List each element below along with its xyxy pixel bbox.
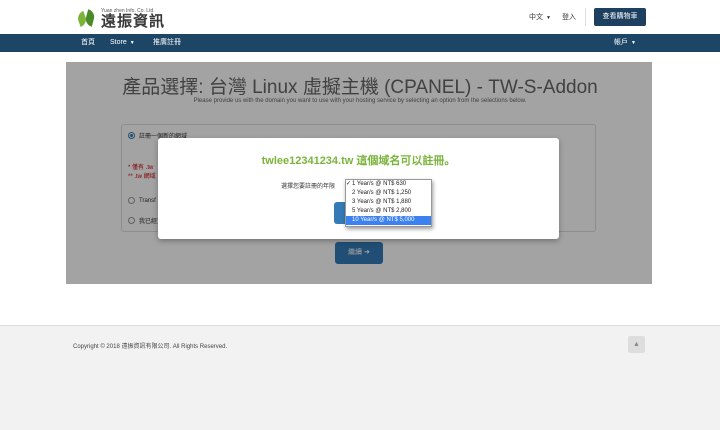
site-footer: Copyright © 2018 遠振資訊有限公司. All Rights Re… — [0, 325, 720, 430]
dropdown-option[interactable]: 5 Year/s @ NT$ 2,800 — [346, 207, 431, 216]
login-link[interactable]: 登入 — [562, 12, 576, 22]
registration-period-label: 選擇您要註冊的年限 — [281, 184, 336, 190]
registration-period-dropdown[interactable]: ✓ 1 Year/s @ NT$ 630 2 Year/s @ NT$ 1,250… — [345, 179, 432, 227]
nav-account-label: 帳戶 — [614, 39, 628, 46]
check-icon: ✓ — [346, 181, 352, 187]
dropdown-option[interactable]: 3 Year/s @ NT$ 1,880 — [346, 198, 431, 207]
view-cart-button[interactable]: 查看購物車 — [594, 8, 646, 26]
nav-item-affiliate[interactable]: 推廣註冊 — [153, 34, 181, 52]
back-to-top-button[interactable]: ▲ — [628, 336, 645, 353]
availability-message: twlee12341234.tw 這個域名可以註冊。 — [261, 155, 456, 167]
divider — [585, 8, 586, 26]
dropdown-option[interactable]: ✓ 1 Year/s @ NT$ 630 — [346, 180, 431, 189]
language-selector[interactable]: 中文 ▼ — [529, 12, 551, 22]
site-header: Yuan zhen Info. Co. Ltd. 遠振資訊 中文 ▼ 登入 查看購… — [0, 0, 720, 34]
chevron-up-icon: ▲ — [633, 341, 640, 348]
dropdown-option-highlighted[interactable]: 10 Year/s @ NT$ 5,000 — [346, 216, 431, 225]
main-nav: 首頁 Store ▼ 推廣註冊 帳戶 ▼ — [0, 34, 720, 52]
leaf-logo-icon — [75, 8, 98, 30]
chevron-down-icon: ▼ — [546, 15, 551, 21]
nav-item-home[interactable]: 首頁 — [81, 34, 95, 52]
nav-item-account[interactable]: 帳戶 ▼ — [614, 34, 636, 52]
copyright-text: Copyright © 2018 遠振資訊有限公司. All Rights Re… — [73, 344, 228, 350]
company-logo[interactable]: Yuan zhen Info. Co. Ltd. 遠振資訊 — [75, 6, 166, 30]
nav-item-store[interactable]: Store ▼ — [110, 34, 135, 52]
nav-store-label: Store — [110, 39, 127, 46]
language-label: 中文 — [529, 14, 543, 21]
chevron-down-icon: ▼ — [129, 40, 135, 46]
logo-chinese-name: 遠振資訊 — [101, 13, 166, 30]
chevron-down-icon: ▼ — [631, 40, 636, 46]
dropdown-option[interactable]: 2 Year/s @ NT$ 1,250 — [346, 189, 431, 198]
